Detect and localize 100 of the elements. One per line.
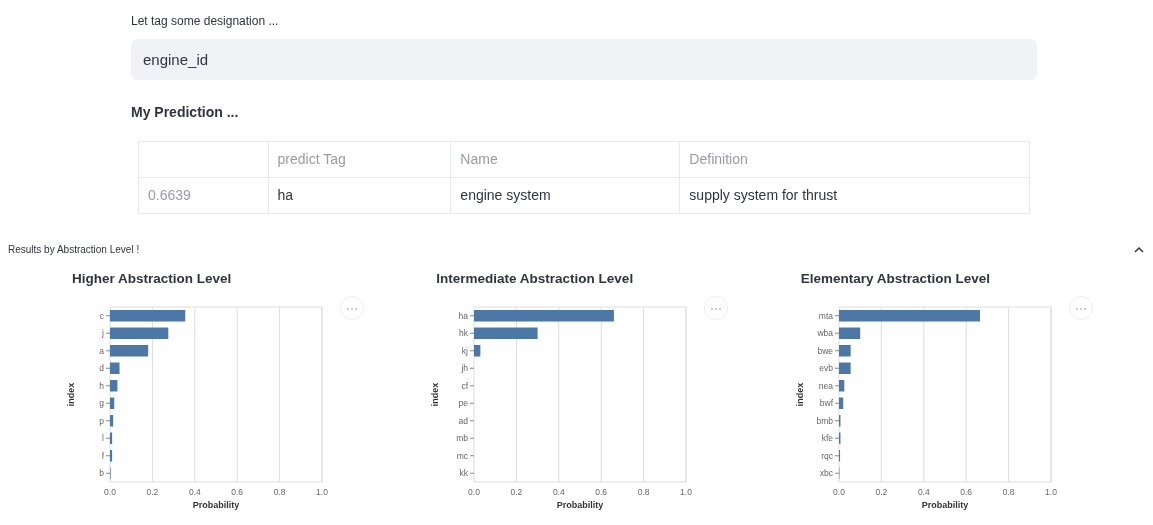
bar — [110, 432, 113, 445]
tick-mark — [105, 473, 111, 474]
more-button[interactable] — [340, 296, 364, 320]
chart-title: Elementary Abstraction Level — [800, 270, 991, 288]
tick-mark — [834, 403, 840, 404]
axis-label: p — [99, 416, 104, 426]
axis-label: kj — [462, 346, 469, 356]
tick-mark — [469, 473, 475, 474]
axis-label: jh — [461, 363, 469, 374]
bar — [474, 327, 538, 340]
tick-mark — [105, 385, 111, 387]
axis-title: index — [794, 383, 805, 407]
bar — [110, 450, 113, 462]
axis-label: 0.4 — [917, 487, 930, 498]
tick-mark — [469, 315, 475, 317]
tick-mark — [834, 438, 840, 439]
tick-mark — [105, 350, 111, 352]
axis-label: 0.6 — [595, 487, 608, 498]
table-cell: ha — [268, 177, 451, 214]
axis-label: 0.4 — [188, 487, 201, 498]
axis-title: index — [66, 383, 76, 407]
axis-label: kk — [459, 468, 469, 479]
axis-label: 0.2 — [875, 487, 887, 498]
tick-mark — [469, 333, 475, 334]
tick-mark — [834, 473, 840, 474]
axis-label: evb — [818, 363, 833, 374]
tick-mark — [105, 315, 111, 317]
tick-mark — [105, 403, 111, 404]
axis-title: Probability — [192, 500, 240, 511]
axis-label: 0.2 — [146, 487, 159, 498]
axis-label: nea — [818, 381, 833, 391]
chart-title: Intermediate Abstraction Level — [436, 270, 635, 288]
axis-label: l — [102, 433, 104, 444]
bar — [110, 380, 118, 392]
section-heading: My Prediction ... — [131, 103, 240, 122]
input-field[interactable]: engine_id — [131, 39, 1037, 80]
axis-label: bmb — [816, 416, 833, 426]
column-header: Definition — [679, 141, 1030, 178]
bar — [474, 345, 481, 357]
tick-mark — [469, 420, 475, 422]
axis-label: 0.2 — [510, 487, 523, 498]
column-header: Name — [450, 141, 680, 178]
tick-mark — [834, 385, 840, 387]
axis-label: 0.4 — [553, 487, 566, 498]
axis-label: rqc — [820, 451, 833, 461]
bar — [110, 415, 114, 427]
bar — [838, 415, 841, 427]
expander-label[interactable]: Results by Abstraction Level ! — [8, 242, 140, 257]
bar — [110, 397, 115, 410]
bar — [838, 432, 841, 445]
tick-mark — [469, 438, 475, 439]
axis-label: pe — [458, 398, 469, 409]
axis-label: ha — [458, 311, 469, 321]
axis-label: 0.8 — [273, 487, 286, 498]
tick-mark — [834, 455, 840, 457]
axis-title: Probability — [921, 500, 968, 511]
axis-label: 0.0 — [832, 487, 845, 498]
axis-label: 1.0 — [1044, 487, 1057, 498]
axis-label: mb — [456, 433, 469, 444]
bar — [110, 345, 149, 357]
tick-mark — [469, 385, 475, 387]
axis-label: g — [99, 398, 104, 409]
more-button[interactable] — [1068, 296, 1093, 320]
axis-label: hk — [459, 328, 469, 339]
axis-label: d — [99, 363, 104, 374]
tick-mark — [469, 368, 475, 369]
tick-mark — [105, 438, 111, 439]
axis-label: mta — [818, 311, 833, 321]
table-cell: engine system — [450, 177, 680, 214]
chart-title: Higher Abstraction Level — [72, 270, 233, 288]
table-cell: supply system for thrust — [679, 177, 1030, 214]
tick-mark — [469, 455, 475, 457]
axis-label: wba — [817, 328, 833, 339]
tick-mark — [834, 333, 840, 334]
tick-mark — [105, 420, 111, 422]
tick-mark — [105, 455, 111, 457]
tick-mark — [834, 420, 840, 422]
axis-label: bwe — [817, 346, 833, 356]
tick-mark — [469, 350, 475, 352]
tick-mark — [105, 333, 111, 334]
axis-title: index — [430, 383, 441, 407]
axis-label: f — [101, 451, 104, 461]
more-icon — [711, 306, 722, 311]
input-label: Let tag some designation ... — [131, 13, 280, 30]
bar — [110, 362, 120, 375]
bar — [838, 327, 860, 340]
axis-label: 1.0 — [316, 487, 328, 498]
axis-label: c — [99, 311, 104, 321]
axis-label: 0.6 — [959, 487, 972, 498]
axis-title: Probability — [557, 500, 604, 511]
tick-mark — [469, 403, 475, 404]
axis-label: bwf — [819, 398, 833, 409]
more-button[interactable] — [704, 296, 729, 320]
axis-label: h — [99, 381, 104, 391]
tick-mark — [834, 350, 840, 352]
caret-icon[interactable] — [1133, 246, 1145, 255]
column-header: predict Tag — [268, 141, 451, 178]
more-icon — [1075, 306, 1086, 311]
more-icon — [347, 306, 357, 311]
tick-mark — [834, 315, 840, 317]
